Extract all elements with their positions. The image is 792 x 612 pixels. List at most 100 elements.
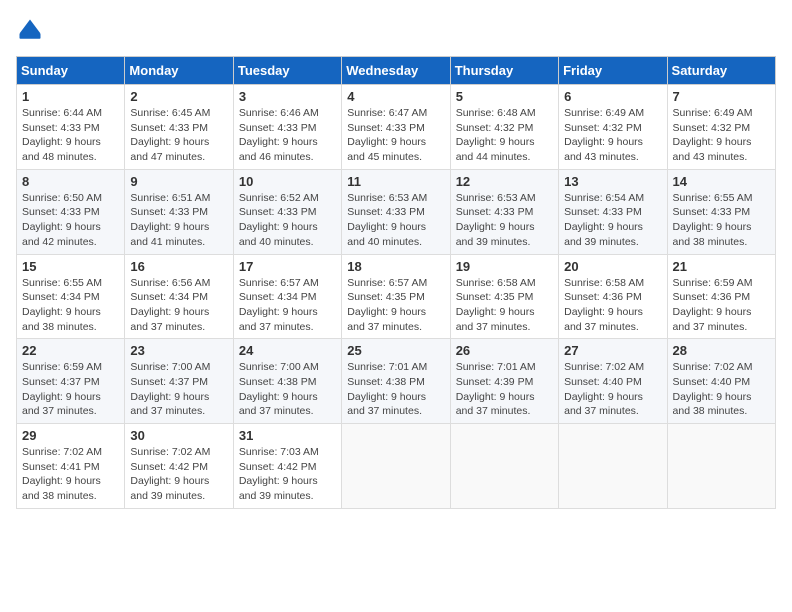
calendar-table: SundayMondayTuesdayWednesdayThursdayFrid… xyxy=(16,56,776,509)
day-detail: Sunrise: 7:02 AM Sunset: 4:42 PM Dayligh… xyxy=(130,445,227,504)
day-number: 17 xyxy=(239,259,336,274)
day-number: 1 xyxy=(22,89,119,104)
day-detail: Sunrise: 7:00 AM Sunset: 4:37 PM Dayligh… xyxy=(130,360,227,419)
day-detail: Sunrise: 6:59 AM Sunset: 4:36 PM Dayligh… xyxy=(673,276,770,335)
day-detail: Sunrise: 7:00 AM Sunset: 4:38 PM Dayligh… xyxy=(239,360,336,419)
calendar-cell: 27 Sunrise: 7:02 AM Sunset: 4:40 PM Dayl… xyxy=(559,339,667,424)
calendar-cell: 20 Sunrise: 6:58 AM Sunset: 4:36 PM Dayl… xyxy=(559,254,667,339)
calendar-cell: 24 Sunrise: 7:00 AM Sunset: 4:38 PM Dayl… xyxy=(233,339,341,424)
weekday-header-saturday: Saturday xyxy=(667,57,775,85)
day-detail: Sunrise: 6:59 AM Sunset: 4:37 PM Dayligh… xyxy=(22,360,119,419)
day-detail: Sunrise: 7:03 AM Sunset: 4:42 PM Dayligh… xyxy=(239,445,336,504)
calendar-cell: 18 Sunrise: 6:57 AM Sunset: 4:35 PM Dayl… xyxy=(342,254,450,339)
day-number: 29 xyxy=(22,428,119,443)
calendar-cell: 1 Sunrise: 6:44 AM Sunset: 4:33 PM Dayli… xyxy=(17,85,125,170)
calendar-cell: 22 Sunrise: 6:59 AM Sunset: 4:37 PM Dayl… xyxy=(17,339,125,424)
calendar-cell: 8 Sunrise: 6:50 AM Sunset: 4:33 PM Dayli… xyxy=(17,169,125,254)
calendar-cell: 15 Sunrise: 6:55 AM Sunset: 4:34 PM Dayl… xyxy=(17,254,125,339)
day-detail: Sunrise: 6:58 AM Sunset: 4:36 PM Dayligh… xyxy=(564,276,661,335)
day-number: 12 xyxy=(456,174,553,189)
week-row-3: 15 Sunrise: 6:55 AM Sunset: 4:34 PM Dayl… xyxy=(17,254,776,339)
calendar-cell: 2 Sunrise: 6:45 AM Sunset: 4:33 PM Dayli… xyxy=(125,85,233,170)
day-detail: Sunrise: 6:44 AM Sunset: 4:33 PM Dayligh… xyxy=(22,106,119,165)
calendar-cell: 13 Sunrise: 6:54 AM Sunset: 4:33 PM Dayl… xyxy=(559,169,667,254)
day-number: 15 xyxy=(22,259,119,274)
day-detail: Sunrise: 6:57 AM Sunset: 4:34 PM Dayligh… xyxy=(239,276,336,335)
day-number: 2 xyxy=(130,89,227,104)
calendar-cell: 30 Sunrise: 7:02 AM Sunset: 4:42 PM Dayl… xyxy=(125,424,233,509)
day-detail: Sunrise: 6:53 AM Sunset: 4:33 PM Dayligh… xyxy=(347,191,444,250)
day-number: 25 xyxy=(347,343,444,358)
day-detail: Sunrise: 6:45 AM Sunset: 4:33 PM Dayligh… xyxy=(130,106,227,165)
weekday-header-friday: Friday xyxy=(559,57,667,85)
day-detail: Sunrise: 6:55 AM Sunset: 4:33 PM Dayligh… xyxy=(673,191,770,250)
day-number: 6 xyxy=(564,89,661,104)
calendar-cell: 4 Sunrise: 6:47 AM Sunset: 4:33 PM Dayli… xyxy=(342,85,450,170)
day-number: 4 xyxy=(347,89,444,104)
day-number: 7 xyxy=(673,89,770,104)
day-number: 24 xyxy=(239,343,336,358)
calendar-cell xyxy=(667,424,775,509)
day-detail: Sunrise: 6:46 AM Sunset: 4:33 PM Dayligh… xyxy=(239,106,336,165)
calendar-cell: 31 Sunrise: 7:03 AM Sunset: 4:42 PM Dayl… xyxy=(233,424,341,509)
calendar-cell: 19 Sunrise: 6:58 AM Sunset: 4:35 PM Dayl… xyxy=(450,254,558,339)
day-number: 11 xyxy=(347,174,444,189)
day-detail: Sunrise: 6:49 AM Sunset: 4:32 PM Dayligh… xyxy=(673,106,770,165)
calendar-cell xyxy=(450,424,558,509)
day-detail: Sunrise: 6:51 AM Sunset: 4:33 PM Dayligh… xyxy=(130,191,227,250)
calendar-cell: 21 Sunrise: 6:59 AM Sunset: 4:36 PM Dayl… xyxy=(667,254,775,339)
day-number: 5 xyxy=(456,89,553,104)
calendar-cell: 11 Sunrise: 6:53 AM Sunset: 4:33 PM Dayl… xyxy=(342,169,450,254)
day-detail: Sunrise: 6:47 AM Sunset: 4:33 PM Dayligh… xyxy=(347,106,444,165)
day-number: 18 xyxy=(347,259,444,274)
logo xyxy=(16,16,48,44)
day-number: 19 xyxy=(456,259,553,274)
day-detail: Sunrise: 6:52 AM Sunset: 4:33 PM Dayligh… xyxy=(239,191,336,250)
day-number: 28 xyxy=(673,343,770,358)
day-detail: Sunrise: 6:56 AM Sunset: 4:34 PM Dayligh… xyxy=(130,276,227,335)
weekday-header-tuesday: Tuesday xyxy=(233,57,341,85)
day-number: 20 xyxy=(564,259,661,274)
day-detail: Sunrise: 6:49 AM Sunset: 4:32 PM Dayligh… xyxy=(564,106,661,165)
day-number: 10 xyxy=(239,174,336,189)
day-detail: Sunrise: 7:02 AM Sunset: 4:40 PM Dayligh… xyxy=(564,360,661,419)
calendar-cell: 26 Sunrise: 7:01 AM Sunset: 4:39 PM Dayl… xyxy=(450,339,558,424)
day-number: 14 xyxy=(673,174,770,189)
day-number: 21 xyxy=(673,259,770,274)
calendar-cell: 12 Sunrise: 6:53 AM Sunset: 4:33 PM Dayl… xyxy=(450,169,558,254)
day-number: 23 xyxy=(130,343,227,358)
calendar-cell: 25 Sunrise: 7:01 AM Sunset: 4:38 PM Dayl… xyxy=(342,339,450,424)
day-detail: Sunrise: 6:57 AM Sunset: 4:35 PM Dayligh… xyxy=(347,276,444,335)
weekday-header-wednesday: Wednesday xyxy=(342,57,450,85)
calendar-cell: 17 Sunrise: 6:57 AM Sunset: 4:34 PM Dayl… xyxy=(233,254,341,339)
day-number: 27 xyxy=(564,343,661,358)
week-row-5: 29 Sunrise: 7:02 AM Sunset: 4:41 PM Dayl… xyxy=(17,424,776,509)
calendar-cell: 5 Sunrise: 6:48 AM Sunset: 4:32 PM Dayli… xyxy=(450,85,558,170)
calendar-cell: 28 Sunrise: 7:02 AM Sunset: 4:40 PM Dayl… xyxy=(667,339,775,424)
week-row-4: 22 Sunrise: 6:59 AM Sunset: 4:37 PM Dayl… xyxy=(17,339,776,424)
calendar-cell: 23 Sunrise: 7:00 AM Sunset: 4:37 PM Dayl… xyxy=(125,339,233,424)
day-number: 8 xyxy=(22,174,119,189)
calendar-cell: 29 Sunrise: 7:02 AM Sunset: 4:41 PM Dayl… xyxy=(17,424,125,509)
weekday-header-row: SundayMondayTuesdayWednesdayThursdayFrid… xyxy=(17,57,776,85)
calendar-cell xyxy=(342,424,450,509)
day-detail: Sunrise: 6:48 AM Sunset: 4:32 PM Dayligh… xyxy=(456,106,553,165)
calendar-cell: 10 Sunrise: 6:52 AM Sunset: 4:33 PM Dayl… xyxy=(233,169,341,254)
day-number: 3 xyxy=(239,89,336,104)
day-detail: Sunrise: 7:02 AM Sunset: 4:40 PM Dayligh… xyxy=(673,360,770,419)
day-number: 13 xyxy=(564,174,661,189)
day-detail: Sunrise: 7:01 AM Sunset: 4:39 PM Dayligh… xyxy=(456,360,553,419)
page-header xyxy=(16,16,776,44)
day-detail: Sunrise: 6:54 AM Sunset: 4:33 PM Dayligh… xyxy=(564,191,661,250)
day-detail: Sunrise: 6:55 AM Sunset: 4:34 PM Dayligh… xyxy=(22,276,119,335)
logo-icon xyxy=(16,16,44,44)
weekday-header-thursday: Thursday xyxy=(450,57,558,85)
calendar-cell: 3 Sunrise: 6:46 AM Sunset: 4:33 PM Dayli… xyxy=(233,85,341,170)
day-number: 16 xyxy=(130,259,227,274)
week-row-2: 8 Sunrise: 6:50 AM Sunset: 4:33 PM Dayli… xyxy=(17,169,776,254)
day-number: 22 xyxy=(22,343,119,358)
day-detail: Sunrise: 6:58 AM Sunset: 4:35 PM Dayligh… xyxy=(456,276,553,335)
day-number: 31 xyxy=(239,428,336,443)
day-detail: Sunrise: 6:50 AM Sunset: 4:33 PM Dayligh… xyxy=(22,191,119,250)
day-detail: Sunrise: 7:01 AM Sunset: 4:38 PM Dayligh… xyxy=(347,360,444,419)
